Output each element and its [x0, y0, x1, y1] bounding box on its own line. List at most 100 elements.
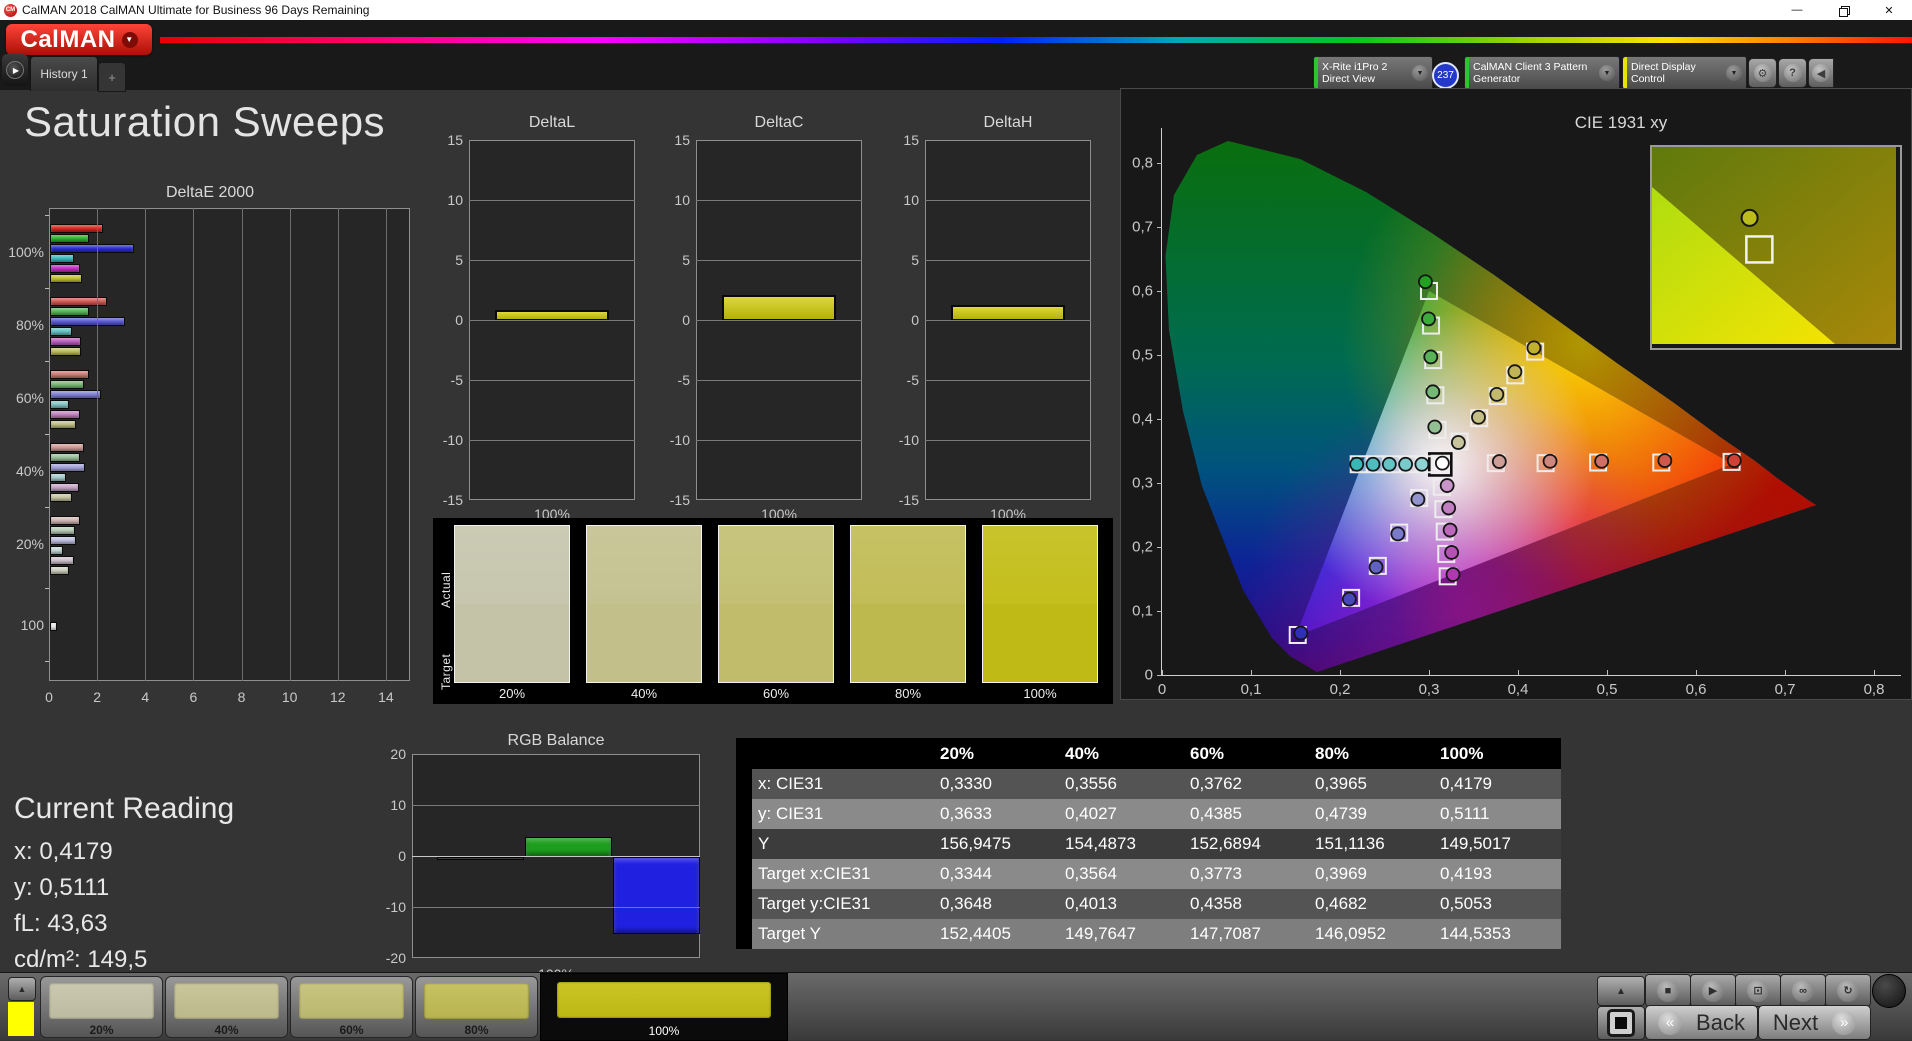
mini-gridline [469, 440, 635, 441]
next-button[interactable]: Next » [1758, 1005, 1871, 1040]
table-cell: 156,9475 [940, 834, 1011, 853]
deltae-y-tick-label: 20% [15, 536, 44, 552]
add-tab-button[interactable]: + [98, 62, 126, 92]
table-cell: 0,3969 [1315, 864, 1367, 883]
settings-button[interactable]: ⚙ [1748, 58, 1777, 88]
table-corner [736, 738, 752, 769]
deltae-tick [45, 361, 49, 362]
up-arrow-icon: ▲ [1616, 985, 1626, 997]
rgb-y-tick-label: 10 [390, 797, 406, 813]
pattern-label: 80% [464, 1023, 489, 1037]
table-cell: 0,4385 [1190, 804, 1242, 823]
minimize-button[interactable]: — [1774, 0, 1820, 20]
mini-gridline [469, 320, 635, 321]
help-icon: ? [1783, 64, 1802, 82]
cie-x-tick-label: 0,3 [1418, 681, 1440, 698]
deltae-x-tick-label: 0 [45, 689, 53, 705]
chevron-left-icon: ◀ [1812, 64, 1830, 82]
table-cell: 149,7647 [1065, 924, 1136, 943]
table-cell: 146,0952 [1315, 924, 1386, 943]
swatch-label: 100% [1023, 686, 1057, 701]
mini-y-tick-label: 10 [903, 192, 919, 208]
cie-x-tick-label: 0,2 [1329, 681, 1351, 698]
actual-swatch [587, 526, 701, 604]
deltae-gridline [241, 208, 243, 681]
deltae-x-tick-label: 10 [281, 689, 298, 705]
restore-button[interactable] [1820, 0, 1866, 20]
calman-menu-button[interactable]: CalMAN ▼ [6, 24, 152, 55]
chevron-down-icon: ▼ [1726, 65, 1742, 81]
window-title: CalMAN 2018 CalMAN Ultimate for Business… [22, 3, 370, 17]
table-cell: 0,3344 [940, 864, 992, 883]
mini-gridline [696, 440, 862, 441]
deltae-bar-80%-yellow [50, 346, 82, 356]
current-reading-title: Current Reading [14, 792, 235, 825]
transport-play-button[interactable]: ▶ [1690, 974, 1736, 1007]
meter-count-badge[interactable]: 237 [1432, 62, 1459, 89]
cie-x-tick [1607, 670, 1608, 675]
tab-history-1[interactable]: History 1 [30, 56, 98, 91]
actual-swatch [719, 526, 833, 604]
cie-y-tick-label: 0,4 [1132, 410, 1153, 428]
stop-measure-button[interactable] [1597, 1006, 1645, 1040]
close-button[interactable]: ✕ [1866, 0, 1912, 20]
pattern-panel-up-button[interactable]: ▲ [8, 977, 36, 1001]
pattern-chip [174, 983, 279, 1019]
help-button[interactable]: ? [1778, 58, 1807, 88]
table-cell: 0,4027 [1065, 804, 1117, 823]
deltae-bar-100%-magenta [50, 263, 81, 273]
meter-panel-up-button[interactable]: ▲ [1597, 976, 1645, 1006]
cie-inset-zoom [1650, 145, 1902, 350]
cie-measured-red-4 [1657, 453, 1673, 469]
pattern-button-20%[interactable]: 20% [40, 976, 163, 1038]
pattern-button-80%[interactable]: 80% [415, 976, 538, 1038]
table-row-label: x: CIE31 [758, 774, 824, 793]
cie-measured-magenta-3 [1442, 522, 1458, 538]
mini-y-tick-label: 15 [903, 132, 919, 148]
transport-measure-once-button[interactable]: ⊡ [1735, 974, 1781, 1007]
cie-x-tick-label: 0,6 [1685, 681, 1707, 698]
back-label: Back [1696, 1009, 1745, 1035]
pattern-generator-dropdown[interactable]: CalMAN Client 3 Pattern Generator ▼ [1464, 56, 1620, 90]
cie-y-tick [1157, 227, 1162, 228]
target-swatch [851, 604, 965, 682]
transport-stop-button[interactable]: ■ [1645, 974, 1691, 1007]
rgb-y-tick-label: -10 [385, 899, 406, 915]
deltae-x-tick-label: 4 [141, 689, 150, 705]
pattern-button-100%[interactable]: 100% [540, 973, 788, 1041]
cie-measured-green-5 [1418, 274, 1433, 290]
target-swatch [455, 604, 569, 682]
deltae-bar-60%-magenta [50, 409, 81, 419]
pattern-button-40%[interactable]: 40% [165, 976, 288, 1038]
table-cell: 0,4013 [1065, 894, 1117, 913]
cie-y-tick-label: 0,1 [1132, 602, 1153, 620]
deltae-bar-80%-blue [50, 316, 125, 326]
collapse-panel-button[interactable]: ◀ [1808, 58, 1834, 88]
transport-continuous-button[interactable]: ∞ [1780, 974, 1826, 1007]
display-control-dropdown[interactable]: Direct Display Control ▼ [1622, 56, 1747, 90]
current-reading-fl: fL: 43,63 [14, 910, 108, 937]
deltae-tick [45, 507, 49, 508]
next-icon: » [1832, 1010, 1857, 1035]
table-cell: 0,4739 [1315, 804, 1367, 823]
deltae-y-tick-label: 40% [15, 463, 44, 479]
actual-target-panel: Actual Target 20% 40% 60% 80% 100% [433, 518, 1113, 704]
table-cell: 0,5053 [1440, 894, 1492, 913]
pattern-button-60%[interactable]: 60% [290, 976, 413, 1038]
deltae-bar-20%-red [50, 515, 81, 525]
table-row-label: Target Y [758, 924, 822, 943]
deltae-bar-80%-cyan [50, 326, 72, 336]
meter-dropdown[interactable]: X-Rite i1Pro 2 Direct View ▼ [1313, 56, 1433, 90]
pattern-label: 100% [648, 1024, 680, 1038]
target-swatch [587, 604, 701, 682]
back-button[interactable]: « Back [1645, 1005, 1758, 1040]
deltae-tick [45, 215, 49, 216]
cie-measured-blue-2 [1390, 526, 1406, 542]
cie-measured-blue-1 [1410, 491, 1426, 507]
transport-loop-button[interactable]: ↻ [1825, 974, 1871, 1007]
table-cell: 0,4179 [1440, 774, 1492, 793]
rgb-bar-B [613, 857, 700, 934]
deltae-bar-60%-blue [50, 389, 101, 399]
cie-panel: CIE 1931 xy 0 0,1 0,2 0,3 0,4 0,5 0,6 0,… [1120, 88, 1912, 700]
tab-scroll-button[interactable]: ▶ [2, 54, 28, 86]
